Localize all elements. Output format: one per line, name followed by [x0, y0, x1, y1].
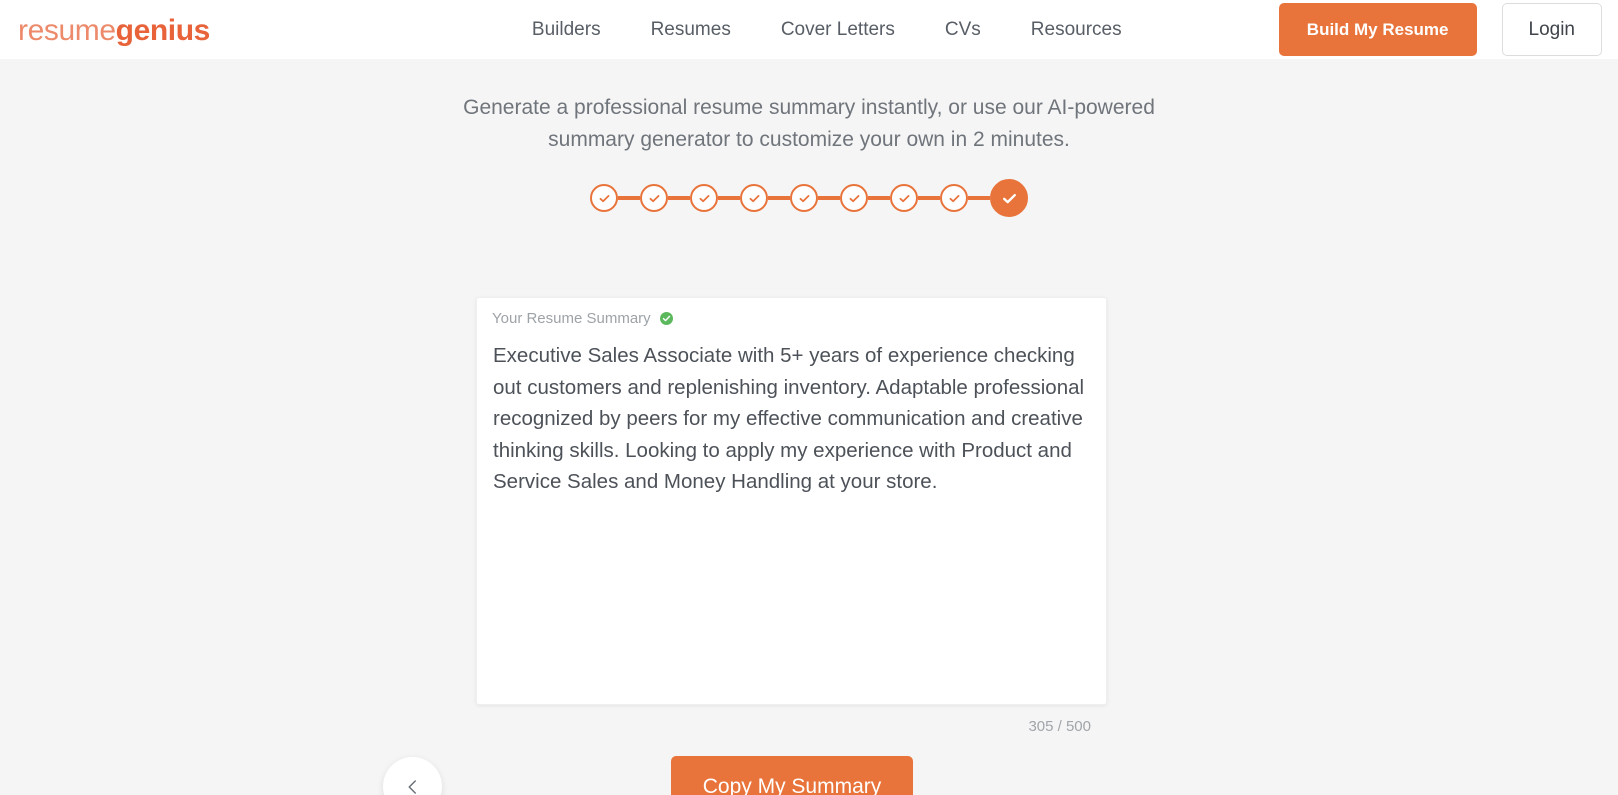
stepper-step-6[interactable]: [840, 184, 868, 212]
site-logo[interactable]: resumegenius: [18, 14, 210, 46]
nav-link-cover-letters[interactable]: Cover Letters: [781, 20, 895, 39]
stepper-step-3[interactable]: [690, 184, 718, 212]
card-title: Your Resume Summary: [492, 310, 651, 327]
stepper-step-7[interactable]: [890, 184, 918, 212]
stepper-connector-1: [618, 196, 640, 200]
copy-my-summary-button[interactable]: Copy My Summary: [671, 756, 913, 795]
nav-link-resumes[interactable]: Resumes: [651, 20, 731, 39]
resume-summary-card: Your Resume Summary: [476, 297, 1107, 705]
check-icon: [699, 194, 709, 202]
nav-link-builders[interactable]: Builders: [532, 20, 601, 39]
stepper-connector-4: [768, 196, 790, 200]
logo-text-resume: resume: [18, 13, 116, 47]
progress-stepper: [0, 178, 1618, 218]
check-icon: [599, 194, 609, 202]
stepper-connector-7: [918, 196, 940, 200]
character-counter: 305 / 500: [1028, 718, 1091, 735]
check-circle-green-icon: [659, 312, 673, 325]
navbar-actions: Build My Resume Login: [1278, 3, 1602, 56]
check-icon: [899, 194, 909, 202]
logo-text-genius: genius: [115, 13, 211, 47]
stepper-step-5[interactable]: [790, 184, 818, 212]
card-header: Your Resume Summary: [477, 298, 1106, 326]
main-content: Generate a professional resume summary i…: [0, 59, 1618, 795]
back-button[interactable]: [383, 757, 442, 795]
top-navbar: resumegenius Builders Resumes Cover Lett…: [0, 0, 1618, 59]
nav-link-resources[interactable]: Resources: [1031, 20, 1122, 39]
stepper-step-8[interactable]: [940, 184, 968, 212]
stepper-connector-6: [868, 196, 890, 200]
page-subtitle: Generate a professional resume summary i…: [463, 96, 1155, 151]
check-icon: [749, 194, 759, 202]
check-icon: [949, 194, 959, 202]
build-my-resume-button[interactable]: Build My Resume: [1278, 3, 1477, 56]
login-button[interactable]: Login: [1501, 3, 1602, 56]
chevron-left-icon: [408, 779, 416, 794]
check-icon: [649, 194, 659, 202]
check-icon: [799, 194, 809, 202]
primary-navigation: Builders Resumes Cover Letters CVs Resou…: [532, 20, 1122, 39]
stepper-step-1[interactable]: [590, 184, 618, 212]
stepper-connector-5: [818, 196, 840, 200]
check-icon: [1002, 193, 1016, 203]
stepper-connector-8: [968, 196, 990, 200]
stepper-connector-2: [668, 196, 690, 200]
stepper-step-2[interactable]: [640, 184, 668, 212]
stepper-step-9-current[interactable]: [990, 179, 1028, 217]
resume-summary-textarea[interactable]: [477, 326, 1106, 656]
check-icon: [849, 194, 859, 202]
nav-link-cvs[interactable]: CVs: [945, 20, 981, 39]
stepper-step-4[interactable]: [740, 184, 768, 212]
stepper-connector-3: [718, 196, 740, 200]
